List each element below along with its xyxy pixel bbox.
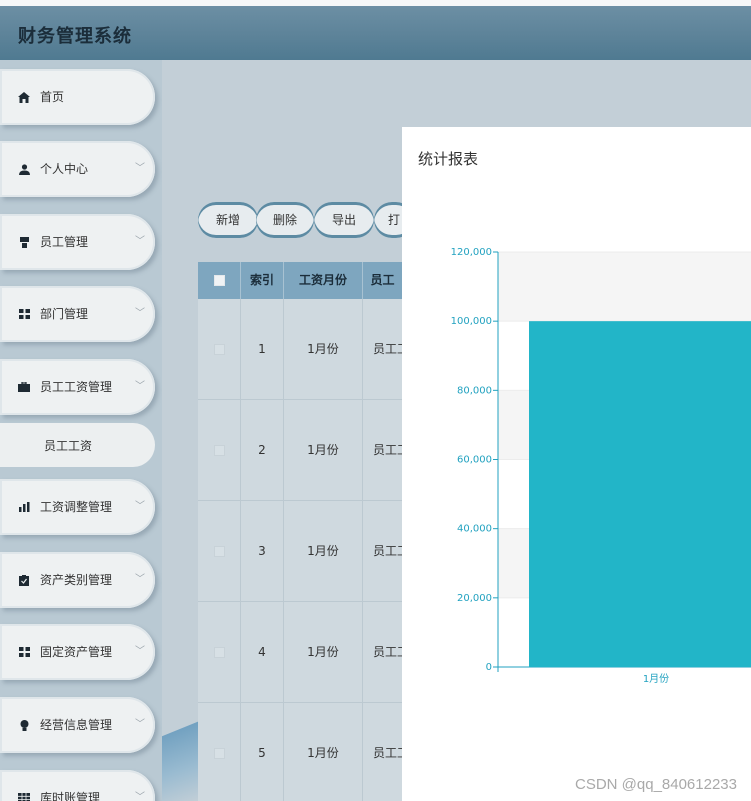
export-button[interactable]: 导出	[314, 202, 374, 238]
sidebar-item-label: 库时账管理	[40, 791, 101, 801]
cell-month: 1月份	[284, 703, 363, 801]
app-header: 财务管理系统	[0, 0, 751, 60]
sidebar-item-salary-adjustment[interactable]: 工资调整管理 ﹀	[0, 479, 155, 535]
chevron-down-icon: ﹀	[135, 501, 145, 512]
chevron-down-icon: ﹀	[135, 381, 145, 392]
home-icon	[18, 91, 30, 103]
table-row[interactable]: 3 1月份 员工工	[198, 501, 402, 602]
y-tick-label: 20,000	[457, 593, 492, 604]
chevron-down-icon: ﹀	[135, 308, 145, 319]
sidebar-item-ledger[interactable]: 库时账管理 ﹀	[0, 770, 155, 801]
row-checkbox-cell[interactable]	[198, 400, 241, 500]
sidebar-item-label: 固定资产管理	[40, 645, 113, 659]
y-tick-label: 60,000	[457, 455, 492, 466]
chevron-down-icon: ﹀	[135, 574, 145, 585]
sidebar-item-label: 资产类别管理	[40, 573, 113, 587]
cell-month: 1月份	[284, 501, 363, 601]
grid-icon	[18, 646, 30, 658]
y-tick-label: 120,000	[451, 247, 492, 258]
sidebar-item-label: 部门管理	[40, 307, 89, 321]
select-all-checkbox-cell[interactable]	[198, 262, 241, 299]
sidebar-item-departments[interactable]: 部门管理 ﹀	[0, 286, 155, 342]
sidebar-item-profile[interactable]: 个人中心 ﹀	[0, 141, 155, 197]
sidebar-item-label: 员工工资管理	[40, 380, 113, 394]
cell-index: 3	[241, 501, 284, 601]
row-checkbox[interactable]	[213, 748, 225, 759]
cell-employee: 员工工	[373, 746, 402, 760]
add-button[interactable]: 新增	[198, 202, 258, 238]
sidebar-item-label: 员工管理	[40, 235, 89, 249]
row-checkbox-cell[interactable]	[198, 299, 241, 399]
sidebar-item-asset-category[interactable]: 资产类别管理 ﹀	[0, 552, 155, 608]
header-employee: 员工	[370, 273, 395, 287]
user-icon	[18, 163, 30, 175]
report-dialog: 统计报表 0 20,000 40,000 60,000 80,000 100,000 120…	[402, 127, 751, 801]
cell-month: 1月份	[284, 299, 363, 399]
bar	[529, 321, 751, 667]
cell-employee: 员工工	[373, 544, 402, 558]
sidebar-item-employees[interactable]: 员工管理 ﹀	[0, 214, 155, 270]
cell-index: 2	[241, 400, 284, 500]
select-all-checkbox[interactable]	[213, 275, 225, 286]
chevron-down-icon: ﹀	[135, 236, 145, 247]
sidebar-item-home[interactable]: 首页	[0, 69, 155, 125]
cell-employee: 员工工	[373, 443, 402, 457]
x-tick-label: 1月份	[643, 673, 669, 685]
chevron-down-icon: ﹀	[135, 719, 145, 730]
sidebar-subitem-salary[interactable]: 员工工资	[0, 423, 155, 467]
table-icon	[18, 792, 30, 801]
cell-employee: 员工工	[373, 645, 402, 659]
sidebar-item-label: 首页	[40, 90, 65, 104]
row-checkbox-cell[interactable]	[198, 703, 241, 801]
row-checkbox-cell[interactable]	[198, 602, 241, 702]
sidebar-item-label: 个人中心	[40, 162, 89, 176]
grid-icon	[18, 308, 30, 320]
bar-chart-icon	[18, 501, 30, 513]
sidebar: 首页 个人中心 ﹀ 员工管理 ﹀ 部门管理 ﹀ 员工工资管理 ﹀ 员工工资 工资…	[0, 60, 162, 801]
table-header: 索引 工资月份 员工	[198, 262, 402, 299]
table-row[interactable]: 4 1月份 员工工	[198, 602, 402, 703]
y-tick-label: 40,000	[457, 524, 492, 535]
cell-month: 1月份	[284, 602, 363, 702]
table-row[interactable]: 2 1月份 员工工	[198, 400, 402, 501]
delete-button[interactable]: 删除	[256, 202, 314, 238]
row-checkbox[interactable]	[213, 647, 225, 658]
sidebar-item-business-info[interactable]: 经营信息管理 ﹀	[0, 697, 155, 753]
watermark: CSDN @qq_840612233	[574, 776, 737, 793]
bulb-icon	[18, 719, 30, 731]
cell-month: 1月份	[284, 400, 363, 500]
header-index: 索引	[241, 262, 284, 299]
y-tick-label: 0	[486, 662, 492, 673]
cell-index: 4	[241, 602, 284, 702]
y-tick-label: 100,000	[451, 316, 492, 327]
chevron-down-icon: ﹀	[135, 646, 145, 657]
header-month: 工资月份	[284, 262, 363, 299]
sidebar-item-salary-management[interactable]: 员工工资管理 ﹀	[0, 359, 155, 415]
table-row[interactable]: 1 1月份 员工工	[198, 299, 402, 400]
row-checkbox[interactable]	[213, 546, 225, 557]
chevron-down-icon: ﹀	[135, 792, 145, 801]
sidebar-item-label: 员工工资	[44, 439, 93, 453]
sidebar-item-label: 经营信息管理	[40, 718, 113, 732]
cell-employee: 员工工	[373, 342, 402, 356]
bar-chart: 0 20,000 40,000 60,000 80,000 100,000 120,000 1…	[451, 247, 751, 685]
y-tick-label: 80,000	[457, 385, 492, 396]
sidebar-item-label: 工资调整管理	[40, 500, 113, 514]
clipboard-icon	[18, 574, 30, 586]
cell-index: 5	[241, 703, 284, 801]
row-checkbox[interactable]	[213, 344, 225, 355]
row-checkbox[interactable]	[213, 445, 225, 456]
id-badge-icon	[18, 236, 30, 248]
row-checkbox-cell[interactable]	[198, 501, 241, 601]
grid-band	[498, 252, 751, 322]
chevron-down-icon: ﹀	[135, 163, 145, 174]
briefcase-icon	[18, 381, 30, 393]
sidebar-item-fixed-assets[interactable]: 固定资产管理 ﹀	[0, 624, 155, 680]
app-title: 财务管理系统	[18, 26, 132, 47]
cell-index: 1	[241, 299, 284, 399]
table-row[interactable]: 5 1月份 员工工	[198, 703, 402, 801]
